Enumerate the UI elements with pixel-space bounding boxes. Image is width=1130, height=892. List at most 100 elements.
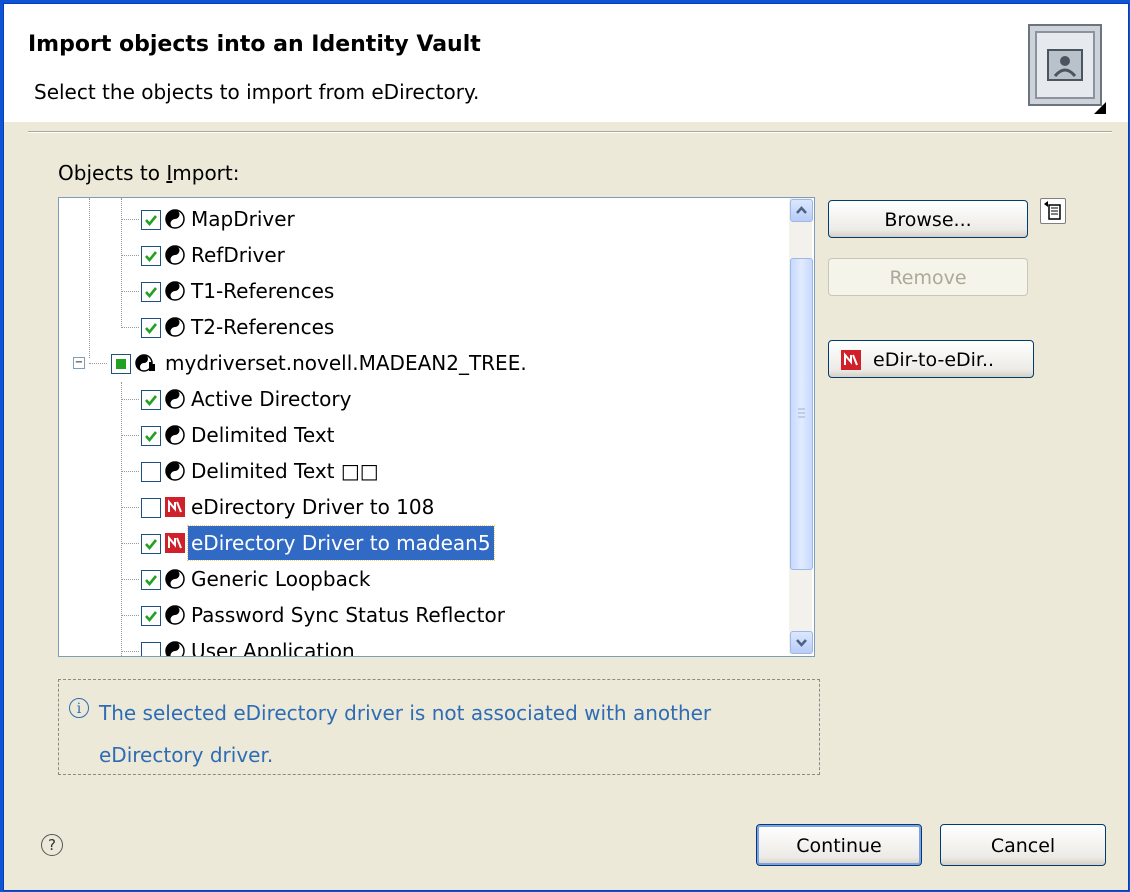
tree-connector xyxy=(121,219,139,221)
yin-yang-driver-icon xyxy=(165,425,185,445)
tree-item[interactable]: MapDriver xyxy=(59,202,787,236)
tree-connector xyxy=(121,291,139,293)
tree-item[interactable]: T2-References xyxy=(59,310,787,344)
dialog-subtitle: Select the objects to import from eDirec… xyxy=(34,80,480,104)
document-icon xyxy=(1044,201,1061,220)
item-checkbox[interactable] xyxy=(111,354,131,374)
item-checkbox[interactable] xyxy=(141,606,161,626)
tree-item[interactable]: eDirectory Driver to madean5 xyxy=(59,525,787,561)
label-text: mport: xyxy=(172,161,240,185)
edirectory-driver-icon xyxy=(165,533,185,553)
tree-item-label: T1-References xyxy=(191,279,335,303)
item-checkbox[interactable] xyxy=(141,390,161,410)
checkmark-icon xyxy=(145,611,158,623)
edir-to-edir-button[interactable]: eDir-to-eDir.. xyxy=(828,340,1034,378)
checkmark-icon xyxy=(145,539,158,551)
checkmark-icon xyxy=(145,287,158,299)
label-text: Objects to xyxy=(58,161,167,185)
tree-item-label: Delimited Text □□ xyxy=(191,459,379,483)
objects-tree[interactable]: User Application Password Sync Status Ref… xyxy=(58,197,815,657)
tree-item[interactable]: Delimited Text □□ xyxy=(59,454,787,488)
tree-scrollbar[interactable] xyxy=(789,198,813,654)
edir-to-edir-label: eDir-to-eDir.. xyxy=(873,349,995,371)
yin-yang-driver-icon xyxy=(165,605,185,625)
continue-button[interactable]: Continue xyxy=(756,824,922,866)
add-object-button[interactable] xyxy=(1040,198,1066,224)
scroll-up-button[interactable] xyxy=(790,199,813,222)
chevron-up-icon xyxy=(796,206,807,214)
remove-button[interactable]: Remove xyxy=(828,258,1028,296)
tree-item[interactable]: eDirectory Driver to 108 xyxy=(59,490,787,524)
tree-item[interactable]: RefDriver xyxy=(59,238,787,272)
info-message-box: i The selected eDirectory driver is not … xyxy=(58,679,820,775)
tree-connector xyxy=(121,327,139,329)
driver-set-icon xyxy=(135,354,155,372)
scroll-thumb[interactable] xyxy=(790,258,813,570)
yin-yang-driver-icon xyxy=(165,317,185,337)
tree-item[interactable]: Active Directory xyxy=(59,382,787,416)
tree-item[interactable]: Delimited Text xyxy=(59,418,787,452)
tree-connector xyxy=(121,399,139,401)
tree-item-label: Delimited Text xyxy=(191,423,335,447)
edirectory-driver-icon xyxy=(841,350,861,370)
tree-item[interactable]: − mydriverset.novell.MADEAN2_TREE. xyxy=(59,346,787,380)
tree-connector xyxy=(121,435,139,437)
cancel-button[interactable]: Cancel xyxy=(940,824,1106,866)
dialog-header: Import objects into an Identity Vault Se… xyxy=(4,4,1128,122)
tree-connector xyxy=(121,651,139,653)
identity-vault-icon xyxy=(1028,24,1106,114)
item-checkbox[interactable] xyxy=(141,498,161,518)
tree-connector xyxy=(121,471,139,473)
yin-yang-driver-icon xyxy=(165,641,185,656)
yin-yang-driver-icon xyxy=(165,281,185,301)
checkmark-icon xyxy=(145,323,158,335)
tree-item-label: eDirectory Driver to madean5 xyxy=(187,525,495,561)
collapse-toggle[interactable]: − xyxy=(73,357,85,369)
tree-item-label: Active Directory xyxy=(191,387,352,411)
item-checkbox[interactable] xyxy=(141,426,161,446)
tree-item-label: MapDriver xyxy=(191,207,295,231)
tree-connector xyxy=(121,579,139,581)
tree-connector xyxy=(121,615,139,617)
item-checkbox[interactable] xyxy=(141,642,161,656)
help-icon[interactable]: ? xyxy=(41,834,63,856)
tree-item-label: mydriverset.novell.MADEAN2_TREE. xyxy=(165,351,527,375)
item-checkbox[interactable] xyxy=(141,210,161,230)
item-checkbox[interactable] xyxy=(141,462,161,482)
checkmark-icon xyxy=(145,251,158,263)
item-checkbox[interactable] xyxy=(141,318,161,338)
checkmark-icon xyxy=(145,575,158,587)
tree-guide xyxy=(121,198,123,328)
tree-guide xyxy=(121,382,123,656)
tree-item-label: eDirectory Driver to 108 xyxy=(191,495,435,519)
tree-guide xyxy=(89,198,91,358)
tree-item-label: Generic Loopback xyxy=(191,567,371,591)
scroll-down-button[interactable] xyxy=(790,631,813,654)
tree-item-label: RefDriver xyxy=(191,243,285,267)
tree-connector xyxy=(121,507,139,509)
tree-item[interactable]: Generic Loopback xyxy=(59,562,787,596)
item-checkbox[interactable] xyxy=(141,246,161,266)
checkmark-icon xyxy=(145,431,158,443)
import-dialog: Import objects into an Identity Vault Se… xyxy=(3,3,1129,891)
tree-item[interactable]: T1-References xyxy=(59,274,787,308)
yin-yang-driver-icon xyxy=(165,461,185,481)
chevron-down-icon xyxy=(796,639,807,647)
dialog-title: Import objects into an Identity Vault xyxy=(28,32,481,57)
tree-item-label: Password Sync Status Reflector xyxy=(191,603,505,627)
browse-button[interactable]: Browse... xyxy=(828,200,1028,238)
tree-item[interactable]: User Application xyxy=(59,634,787,656)
tree-connector xyxy=(121,255,139,257)
item-checkbox[interactable] xyxy=(141,282,161,302)
item-checkbox[interactable] xyxy=(141,570,161,590)
item-checkbox[interactable] xyxy=(141,534,161,554)
edirectory-driver-icon xyxy=(165,497,185,517)
tree-item-label: T2-References xyxy=(191,315,335,339)
yin-yang-driver-icon xyxy=(165,569,185,589)
yin-yang-driver-icon xyxy=(165,389,185,409)
header-separator-highlight xyxy=(28,132,1112,133)
tree-item[interactable]: Password Sync Status Reflector xyxy=(59,598,787,632)
grip-icon xyxy=(798,408,805,418)
info-icon: i xyxy=(69,698,89,718)
tree-connector xyxy=(89,363,107,365)
